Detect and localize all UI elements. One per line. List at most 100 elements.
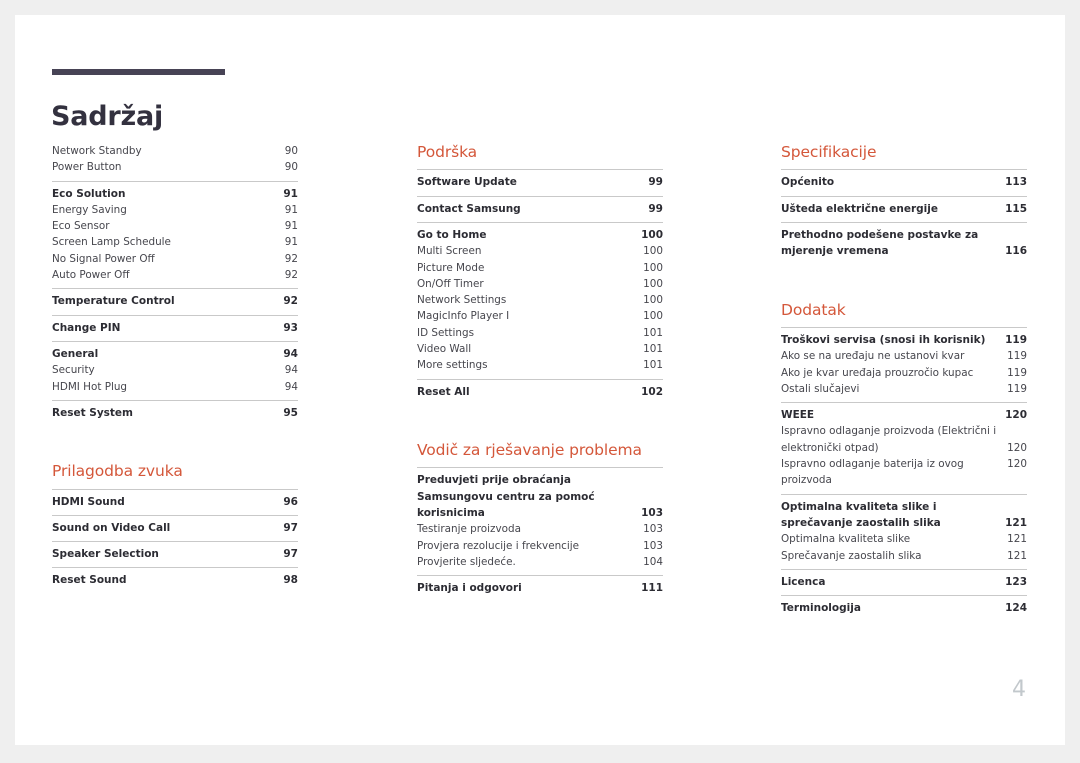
toc-entry-sub[interactable]: Provjerite sljedeće. 104: [417, 554, 663, 570]
toc-entry-page: 101: [643, 343, 663, 356]
toc-entry-label: Reset All: [417, 385, 470, 398]
toc-columns: Network Standby 90 Power Button 90 Eco Solut…: [15, 15, 1065, 745]
toc-entry-primary[interactable]: Reset System 95: [52, 405, 298, 421]
toc-block: Reset All 102: [417, 378, 663, 405]
toc-block: Ušteda električne energije 115: [781, 195, 1027, 222]
toc-entry-label: Optimalna kvaliteta slike i sprečavanje …: [781, 500, 941, 529]
toc-entry-page: 103: [643, 523, 663, 536]
toc-entry-primary[interactable]: Sound on Video Call 97: [52, 520, 298, 536]
toc-entry-primary[interactable]: Go to Home 100: [417, 227, 663, 243]
toc-entry-sub[interactable]: Picture Mode 100: [417, 260, 663, 276]
toc-entry-page: 94: [284, 364, 298, 377]
toc-entry-sub[interactable]: Ostali slučajevi 119: [781, 381, 1027, 397]
toc-entry-page: 94: [283, 347, 298, 360]
toc-entry-sub[interactable]: Ispravno odlaganje proizvoda (Električni…: [781, 423, 1027, 456]
toc-block: Reset System 95: [52, 399, 298, 426]
toc-entry-primary[interactable]: Software Update 99: [417, 174, 663, 190]
toc-entry-primary[interactable]: Terminologija 124: [781, 600, 1027, 616]
toc-entry-primary[interactable]: Licenca 123: [781, 574, 1027, 590]
toc-entry-page: 91: [283, 187, 298, 200]
toc-entry-primary[interactable]: Troškovi servisa (snosi ih korisnik) 119: [781, 332, 1027, 348]
toc-entry-sub[interactable]: Sprečavanje zaostalih slika 121: [781, 548, 1027, 564]
toc-entry-page: 111: [641, 582, 663, 595]
toc-block: Troškovi servisa (snosi ih korisnik) 119 A…: [781, 326, 1027, 402]
toc-entry-primary[interactable]: WEEE 120: [781, 407, 1027, 423]
toc-entry-sub[interactable]: Testiranje proizvoda 103: [417, 521, 663, 537]
toc-entry-page: 101: [643, 326, 663, 339]
toc-block: Sound on Video Call 97: [52, 514, 298, 541]
toc-entry-primary[interactable]: General 94: [52, 346, 298, 362]
toc-entry-sub[interactable]: Screen Lamp Schedule 91: [52, 234, 298, 250]
toc-entry-label: General: [52, 347, 99, 360]
toc-group: Dodatak Troškovi servisa (snosi ih korisn…: [781, 301, 1027, 622]
toc-entry-page: 123: [1005, 575, 1027, 588]
toc-entry-sub[interactable]: ID Settings 101: [417, 325, 663, 341]
toc-block: Pitanja i odgovori 111: [417, 575, 663, 601]
toc-entry-label: Provjerite sljedeće.: [417, 555, 516, 568]
toc-entry-sub[interactable]: Ako se na uređaju ne ustanovi kvar 119: [781, 348, 1027, 364]
toc-entry-primary[interactable]: Ušteda električne energije 115: [781, 201, 1027, 217]
toc-entry-label: Eco Sensor: [52, 220, 110, 233]
toc-entry-sub[interactable]: Network Settings 100: [417, 292, 663, 308]
toc-entry-sub[interactable]: Video Wall 101: [417, 341, 663, 357]
toc-entry-label: Reset System: [52, 406, 133, 419]
toc-entry-page: 120: [1005, 409, 1027, 422]
toc-entry-primary[interactable]: Speaker Selection 97: [52, 546, 298, 562]
toc-entry-sub[interactable]: Eco Sensor 91: [52, 218, 298, 234]
toc-entry-sub[interactable]: Network Standby 90: [52, 143, 298, 159]
toc-entry-primary[interactable]: Reset Sound 98: [52, 572, 298, 588]
toc-entry-page: 100: [643, 261, 663, 274]
toc-block: Općenito 113: [781, 169, 1027, 195]
toc-entry-page: 100: [643, 277, 663, 290]
toc-entry-sub[interactable]: MagicInfo Player I 100: [417, 308, 663, 324]
toc-entry-sub[interactable]: Energy Saving 91: [52, 202, 298, 218]
toc-entry-label: Software Update: [417, 176, 517, 189]
toc-entry-label: Change PIN: [52, 321, 121, 334]
toc-block: Licenca 123: [781, 568, 1027, 595]
toc-entry-sub[interactable]: On/Off Timer 100: [417, 276, 663, 292]
toc-entry-primary[interactable]: Prethodno podešene postavke za mjerenje …: [781, 227, 1027, 260]
toc-entry-sub[interactable]: Provjera rezolucije i frekvencije 103: [417, 538, 663, 554]
toc-entry-page: 96: [283, 495, 298, 508]
toc-entry-primary[interactable]: Pitanja i odgovori 111: [417, 580, 663, 596]
toc-group: Vodič za rješavanje problema Preduvjeti p…: [417, 441, 663, 601]
section-heading: Podrška: [417, 143, 478, 161]
toc-entry-sub[interactable]: No Signal Power Off 92: [52, 251, 298, 267]
toc-entry-label: Ostali slučajevi: [781, 382, 860, 395]
toc-entry-sub[interactable]: Security 94: [52, 362, 298, 378]
toc-block: Contact Samsung 99: [417, 195, 663, 222]
toc-entry-sub[interactable]: Ispravno odlaganje baterija iz ovog proi…: [781, 456, 1027, 489]
toc-group: Network Standby 90 Power Button 90 Eco Solut…: [52, 143, 298, 426]
toc-block: Terminologija 124: [781, 595, 1027, 621]
toc-entry-page: 113: [1005, 176, 1027, 189]
toc-entry-primary[interactable]: Optimalna kvaliteta slike i sprečavanje …: [781, 499, 1027, 532]
toc-entry-page: 103: [641, 506, 663, 519]
toc-entry-primary[interactable]: Reset All 102: [417, 384, 663, 400]
toc-entry-page: 97: [283, 521, 298, 534]
toc-entry-page: 120: [1007, 441, 1027, 454]
toc-entry-label: Network Standby: [52, 145, 142, 157]
toc-entry-primary[interactable]: Eco Solution 91: [52, 186, 298, 202]
toc-entry-sub[interactable]: More settings 101: [417, 357, 663, 373]
toc-entry-primary[interactable]: Contact Samsung 99: [417, 201, 663, 217]
toc-block: WEEE 120 Ispravno odlaganje proizvoda (Ele…: [781, 402, 1027, 493]
toc-entry-primary[interactable]: Preduvjeti prije obraćanja Samsungovu ce…: [417, 472, 663, 521]
toc-entry-sub[interactable]: Auto Power Off 92: [52, 267, 298, 283]
toc-block: Software Update 99: [417, 169, 663, 195]
page-number: 4: [1012, 677, 1026, 702]
toc-entry-sub[interactable]: Power Button 90: [52, 159, 298, 175]
toc-entry-sub[interactable]: Ako je kvar uređaja prouzročio kupac 119: [781, 365, 1027, 381]
toc-entry-sub[interactable]: Multi Screen 100: [417, 243, 663, 259]
toc-entry-primary[interactable]: Change PIN 93: [52, 320, 298, 336]
toc-entry-primary[interactable]: Općenito 113: [781, 174, 1027, 190]
toc-block: Network Standby 90 Power Button 90: [52, 143, 298, 181]
toc-entry-primary[interactable]: Temperature Control 92: [52, 293, 298, 309]
toc-entry-primary[interactable]: HDMI Sound 96: [52, 494, 298, 510]
toc-entry-label: Provjera rezolucije i frekvencije: [417, 539, 580, 552]
toc-entry-sub[interactable]: Optimalna kvaliteta slike 121: [781, 531, 1027, 547]
toc-entry-label: Temperature Control: [52, 295, 175, 308]
toc-entry-sub[interactable]: HDMI Hot Plug 94: [52, 379, 298, 395]
toc-entry-page: 99: [648, 176, 663, 189]
toc-entry-label: Reset Sound: [52, 574, 127, 587]
toc-entry-label: Auto Power Off: [52, 269, 130, 282]
